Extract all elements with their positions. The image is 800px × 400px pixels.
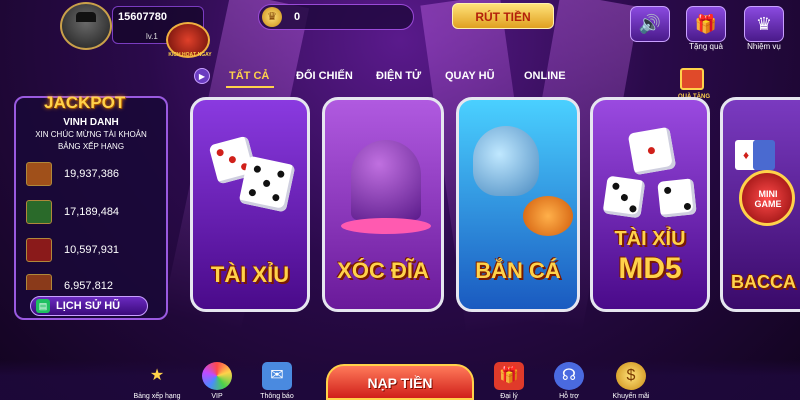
notification-label: Thông báo: [260, 393, 294, 400]
speaker-icon[interactable]: 🔊: [630, 6, 670, 42]
bowl-icon: [351, 140, 421, 220]
tab-online[interactable]: ONLINE: [524, 70, 566, 82]
game-title: TÀI XỈU: [210, 262, 290, 287]
tab-pvp[interactable]: ĐỐI CHIẾN: [296, 70, 353, 82]
jackpot-value: 17,189,484: [64, 206, 120, 218]
tab-electronic[interactable]: ĐIỆN TỬ: [376, 70, 421, 82]
jackpot-value: 19,937,386: [64, 168, 120, 180]
shark-icon: [473, 126, 539, 196]
play-icon[interactable]: ▶: [194, 68, 210, 84]
dice-icon: [627, 126, 677, 176]
user-id: 15607780: [118, 11, 167, 23]
game-card-baccarat[interactable]: ♦ MINI GAME BACCA: [720, 97, 800, 312]
mini-game-label: MINI GAME: [754, 189, 782, 209]
gift-box-icon[interactable]: [680, 68, 704, 90]
withdraw-button[interactable]: RÚT TIỀN: [452, 3, 554, 29]
crown-coin-icon: ♛: [262, 7, 282, 27]
history-icon: ▤: [36, 299, 50, 313]
game-subtitle: MD5: [618, 252, 682, 285]
game-card-xoc-dia[interactable]: XÓC ĐĨA: [322, 97, 444, 312]
deposit-label: NẠP TIỀN: [367, 375, 433, 391]
gift-label: Tặng quà: [689, 42, 723, 51]
game-title: TÀI XỈU: [614, 228, 686, 250]
jackpot-title: JACKPOT: [44, 93, 126, 112]
game-card-tai-xiu[interactable]: TÀI XỈU: [190, 97, 310, 312]
congrats-label: XIN CHÚC MỪNG TÀI KHOẢN: [35, 130, 147, 139]
tab-underline: [226, 86, 274, 88]
ranking-label: BẢNG XẾP HẠNG: [57, 142, 125, 151]
agent-label: Đại lý: [500, 393, 518, 400]
gift-icon[interactable]: 🎁: [686, 6, 726, 42]
game-thumb-icon: [26, 274, 52, 290]
list-item: 19,937,386: [26, 162, 162, 188]
list-item: 10,597,931: [26, 238, 162, 264]
coin-balance: 0: [294, 11, 301, 23]
dollar-coin-icon[interactable]: $: [616, 362, 646, 390]
tab-jackpot-spin[interactable]: QUAY HŨ: [445, 70, 495, 82]
activate-badge-label: KÍCH HOẠT NGAY: [168, 52, 212, 58]
game-thumb-icon: [26, 238, 52, 262]
game-card-ban-ca[interactable]: BẮN CÁ: [456, 97, 580, 312]
mission-label: Nhiệm vụ: [747, 42, 781, 51]
trophy-icon[interactable]: ★: [142, 362, 172, 390]
dice-icon: [602, 175, 646, 219]
fish-icon: [523, 196, 573, 236]
tab-all[interactable]: TẤT CẢ: [229, 70, 269, 82]
game-thumb-icon: [26, 162, 52, 186]
dice-icon: [657, 178, 697, 218]
vinh-danh-label: VINH DANH: [63, 117, 119, 128]
avatar[interactable]: [60, 2, 112, 50]
notification-icon[interactable]: ✉: [262, 362, 292, 390]
game-title: BẮN CÁ: [475, 258, 561, 283]
support-label: Hỗ trợ: [559, 393, 579, 400]
game-card-tai-xiu-md5[interactable]: TÀI XỈU MD5: [590, 97, 710, 312]
promo-label: Khuyến mãi: [612, 393, 650, 400]
user-level: lv.1: [146, 32, 158, 41]
vip-label: VIP: [211, 393, 223, 400]
agent-gift-icon[interactable]: 🎁: [494, 362, 524, 390]
dice-icon: [238, 155, 296, 213]
jackpot-value: 10,597,931: [64, 244, 120, 256]
vip-wheel-icon[interactable]: [202, 362, 232, 390]
game-title: XÓC ĐĨA: [337, 258, 429, 283]
game-title: BACCA: [731, 272, 796, 292]
list-item: 17,189,484: [26, 200, 162, 226]
mini-game-badge[interactable]: MINI GAME: [739, 170, 795, 226]
game-thumb-icon: [26, 200, 52, 224]
list-item: 6,957,812: [26, 274, 162, 290]
plate-icon: [341, 218, 431, 234]
jackpot-history-label: LỊCH SỬ HŨ: [56, 300, 121, 312]
jackpot-value: 6,957,812: [64, 280, 113, 290]
support-icon[interactable]: ☊: [554, 362, 584, 390]
cards-icon: [753, 140, 775, 170]
ranking-label: Bảng xếp hạng: [133, 393, 181, 400]
crown-icon[interactable]: ♛: [744, 6, 784, 42]
